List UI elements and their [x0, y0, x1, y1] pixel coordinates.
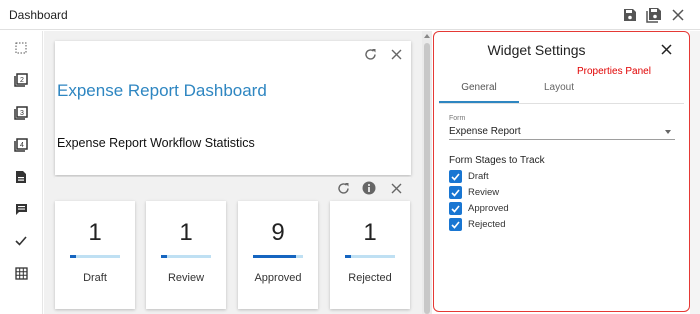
info-icon[interactable]	[362, 181, 376, 195]
svg-text:2: 2	[20, 77, 24, 84]
stage-checkbox-draft[interactable]: Draft	[449, 170, 609, 184]
panel-annotation: Properties Panel	[577, 66, 651, 77]
checkbox-checked-icon[interactable]	[449, 170, 462, 183]
checkbox-label: Rejected	[468, 219, 506, 230]
document-icon[interactable]	[12, 168, 30, 186]
stat-card-draft: 1 Draft	[55, 201, 135, 309]
stat-progress-bar	[345, 255, 395, 258]
four-box-icon[interactable]: 4	[12, 136, 30, 154]
stage-checkbox-approved[interactable]: Approved	[449, 202, 609, 216]
close-icon[interactable]	[670, 7, 686, 23]
svg-text:4: 4	[20, 142, 24, 149]
checkbox-checked-icon[interactable]	[449, 218, 462, 231]
stat-progress-bar	[161, 255, 211, 258]
properties-panel: Widget Settings Properties Panel General…	[433, 31, 690, 312]
form-field-label: Form	[449, 115, 466, 122]
stat-progress-fill	[253, 255, 296, 258]
three-box-icon[interactable]: 3	[12, 104, 30, 122]
dashboard-canvas: Expense Report Dashboard Expense Report …	[44, 31, 422, 314]
title-widget[interactable]: Expense Report Dashboard Expense Report …	[55, 41, 411, 175]
stat-card-review: 1 Review	[146, 201, 226, 309]
stage-checkbox-review[interactable]: Review	[449, 186, 609, 200]
checkbox-checked-icon[interactable]	[449, 202, 462, 215]
stat-card-rejected: 1 Rejected	[330, 201, 410, 309]
checkbox-label: Draft	[468, 171, 489, 182]
scroll-up-arrow[interactable]	[424, 34, 430, 38]
stat-label: Draft	[83, 272, 107, 284]
chevron-down-icon	[665, 130, 671, 134]
dashboard-title: Expense Report Dashboard	[57, 81, 267, 100]
grid-icon[interactable]	[12, 264, 30, 282]
checkbox-label: Approved	[468, 203, 509, 214]
stat-card-approved: 9 Approved	[238, 201, 318, 309]
stat-label: Review	[167, 272, 205, 284]
form-select-value: Expense Report	[449, 126, 521, 137]
save-icon[interactable]	[622, 7, 638, 23]
dashboard-subtitle: Expense Report Workflow Statistics	[57, 136, 255, 150]
checkmark-icon[interactable]	[12, 232, 30, 250]
stat-progress-fill	[70, 255, 76, 258]
refresh-icon[interactable]	[336, 181, 350, 195]
stat-value: 1	[363, 219, 377, 246]
checkbox-label: Review	[468, 187, 500, 198]
page-title: Dashboard	[9, 8, 68, 22]
stat-progress-bar	[253, 255, 303, 258]
checkbox-checked-icon[interactable]	[449, 186, 462, 199]
stat-label: Rejected	[348, 272, 392, 284]
svg-text:3: 3	[20, 110, 24, 117]
stat-label: Approved	[254, 272, 302, 284]
widget-toolbox: 2 3 4	[0, 31, 43, 314]
stat-progress-bar	[70, 255, 120, 258]
stage-checkbox-rejected[interactable]: Rejected	[449, 218, 609, 232]
scrollbar-thumb[interactable]	[424, 43, 430, 314]
tab-general[interactable]: General	[439, 82, 519, 93]
panel-title: Widget Settings	[487, 42, 586, 58]
select-area-icon[interactable]	[12, 39, 30, 57]
stat-value: 1	[88, 219, 102, 246]
stages-section-title: Form Stages to Track	[449, 155, 545, 166]
comment-icon[interactable]	[12, 200, 30, 218]
save-as-icon[interactable]	[646, 7, 662, 23]
two-box-icon[interactable]: 2	[12, 71, 30, 89]
form-select[interactable]: Expense Report	[449, 124, 675, 140]
tab-layout[interactable]: Layout	[519, 82, 599, 93]
close-icon[interactable]	[658, 41, 674, 57]
stat-progress-fill	[345, 255, 351, 258]
canvas-scrollbar[interactable]	[422, 31, 432, 314]
refresh-icon[interactable]	[363, 47, 377, 61]
top-bar: Dashboard	[0, 0, 700, 30]
stat-progress-fill	[161, 255, 167, 258]
stat-value: 1	[179, 219, 193, 246]
close-icon[interactable]	[389, 181, 403, 195]
close-icon[interactable]	[389, 47, 403, 61]
stat-value: 9	[271, 219, 285, 246]
tab-divider	[439, 103, 684, 104]
panel-scroll-edge	[690, 31, 700, 314]
stats-widget[interactable]: 1 Draft 1 Review 9 Approved 1 Rejected	[55, 177, 411, 314]
